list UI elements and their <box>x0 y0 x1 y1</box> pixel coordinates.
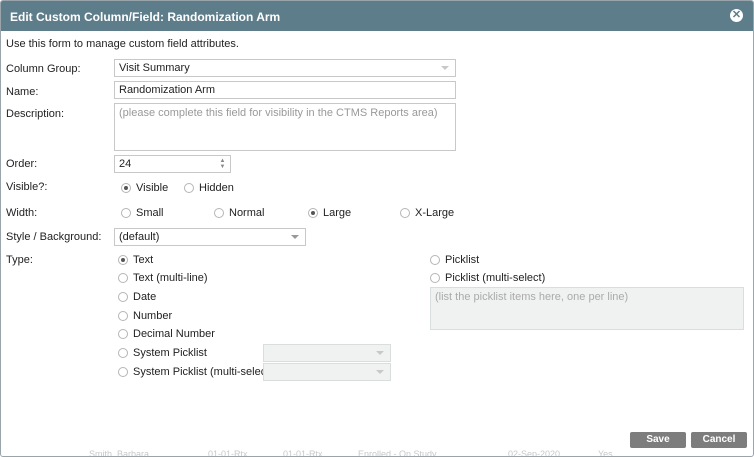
type-option-text-multiline[interactable]: Text (multi-line) <box>118 272 208 284</box>
description-textarea[interactable]: (please complete this field for visibili… <box>114 103 456 151</box>
dialog-title: Edit Custom Column/Field: Randomization … <box>10 10 281 24</box>
type-option-decimal-number[interactable]: Decimal Number <box>118 328 215 340</box>
option-label: Hidden <box>199 182 234 194</box>
radio-icon[interactable] <box>118 292 128 302</box>
type-option-system-picklist-multi[interactable]: System Picklist (multi-select) <box>118 366 273 378</box>
chevron-down-icon <box>376 370 384 374</box>
option-label: Picklist (multi-select) <box>445 272 546 284</box>
option-label: Large <box>323 207 352 219</box>
radio-icon[interactable] <box>184 183 194 193</box>
radio-icon[interactable] <box>121 208 131 218</box>
spinner-icon[interactable]: ▲ ▼ <box>219 158 226 170</box>
description-placeholder: (please complete this field for visibili… <box>119 107 438 119</box>
type-label: Type: <box>6 254 33 266</box>
option-label: Small <box>136 207 164 219</box>
description-label: Description: <box>6 108 65 120</box>
name-input[interactable]: Randomization Arm <box>114 81 456 99</box>
intro-text: Use this form to manage custom field att… <box>6 38 239 50</box>
option-label: X-Large <box>415 207 455 219</box>
background-cell: Smith, Barbara <box>89 449 150 457</box>
option-label: Normal <box>229 207 265 219</box>
column-group-select[interactable]: Visit Summary <box>114 59 456 77</box>
system-picklist-multi-select[interactable] <box>263 363 391 381</box>
order-number-input[interactable]: 24 ▲ ▼ <box>114 155 231 173</box>
radio-icon[interactable] <box>118 367 128 377</box>
radio-icon[interactable] <box>430 273 440 283</box>
background-cell: Yes <box>598 449 613 457</box>
radio-icon[interactable] <box>118 348 128 358</box>
radio-icon[interactable] <box>118 255 128 265</box>
radio-icon[interactable] <box>214 208 224 218</box>
option-label: Text <box>133 254 154 266</box>
radio-icon[interactable] <box>118 273 128 283</box>
option-label: Picklist <box>445 254 480 266</box>
radio-icon[interactable] <box>430 255 440 265</box>
option-label: Decimal Number <box>133 328 215 340</box>
option-label: Text (multi-line) <box>133 272 208 284</box>
order-label: Order: <box>6 158 38 170</box>
chevron-down-icon <box>376 351 384 355</box>
radio-icon[interactable] <box>118 311 128 321</box>
type-option-system-picklist[interactable]: System Picklist <box>118 347 207 359</box>
width-option-small[interactable]: Small <box>121 207 164 219</box>
order-value: 24 <box>119 158 132 170</box>
name-value: Randomization Arm <box>119 84 215 96</box>
edit-custom-field-dialog: Edit Custom Column/Field: Randomization … <box>0 0 754 457</box>
option-label: Date <box>133 291 157 303</box>
option-label: Visible <box>136 182 169 194</box>
visible-label: Visible?: <box>6 181 48 193</box>
type-option-date[interactable]: Date <box>118 291 156 303</box>
width-option-normal[interactable]: Normal <box>214 207 264 219</box>
background-cell: 01-01-Rtx <box>208 449 248 457</box>
option-label: Number <box>133 310 173 322</box>
save-button[interactable]: Save <box>630 432 686 448</box>
background-cell: 02-Sep-2020 <box>508 449 561 457</box>
background-cell: 01-01-Rtx <box>283 449 323 457</box>
visible-option-visible[interactable]: Visible <box>121 182 168 194</box>
chevron-down-icon <box>441 66 449 70</box>
visible-option-hidden[interactable]: Hidden <box>184 182 234 194</box>
radio-icon[interactable] <box>400 208 410 218</box>
background-cell: Enrolled - On Study <box>358 449 437 457</box>
type-option-text[interactable]: Text <box>118 254 153 266</box>
radio-icon[interactable] <box>308 208 318 218</box>
option-label: System Picklist (multi-select) <box>133 366 273 378</box>
type-option-picklist[interactable]: Picklist <box>430 254 479 266</box>
style-background-select[interactable]: (default) <box>114 228 306 246</box>
width-option-x-large[interactable]: X-Large <box>400 207 454 219</box>
radio-icon[interactable] <box>121 183 131 193</box>
width-label: Width: <box>6 207 38 219</box>
picklist-placeholder: (list the picklist items here, one per l… <box>435 291 629 303</box>
picklist-items-textarea[interactable]: (list the picklist items here, one per l… <box>430 287 744 330</box>
style-label: Style / Background: <box>6 231 102 243</box>
type-option-number[interactable]: Number <box>118 310 172 322</box>
name-label: Name: <box>6 86 39 98</box>
option-label: System Picklist <box>133 347 207 359</box>
close-icon[interactable]: ✕ <box>730 9 743 22</box>
cancel-button[interactable]: Cancel <box>691 432 747 448</box>
column-group-value: Visit Summary <box>119 62 190 74</box>
type-option-picklist-multi[interactable]: Picklist (multi-select) <box>430 272 545 284</box>
system-picklist-select[interactable] <box>263 344 391 362</box>
width-option-large[interactable]: Large <box>308 207 351 219</box>
chevron-down-icon <box>291 235 299 239</box>
dialog-titlebar: Edit Custom Column/Field: Randomization … <box>1 1 753 31</box>
radio-icon[interactable] <box>118 329 128 339</box>
style-value: (default) <box>119 231 160 243</box>
column-group-label: Column Group: <box>6 63 81 75</box>
